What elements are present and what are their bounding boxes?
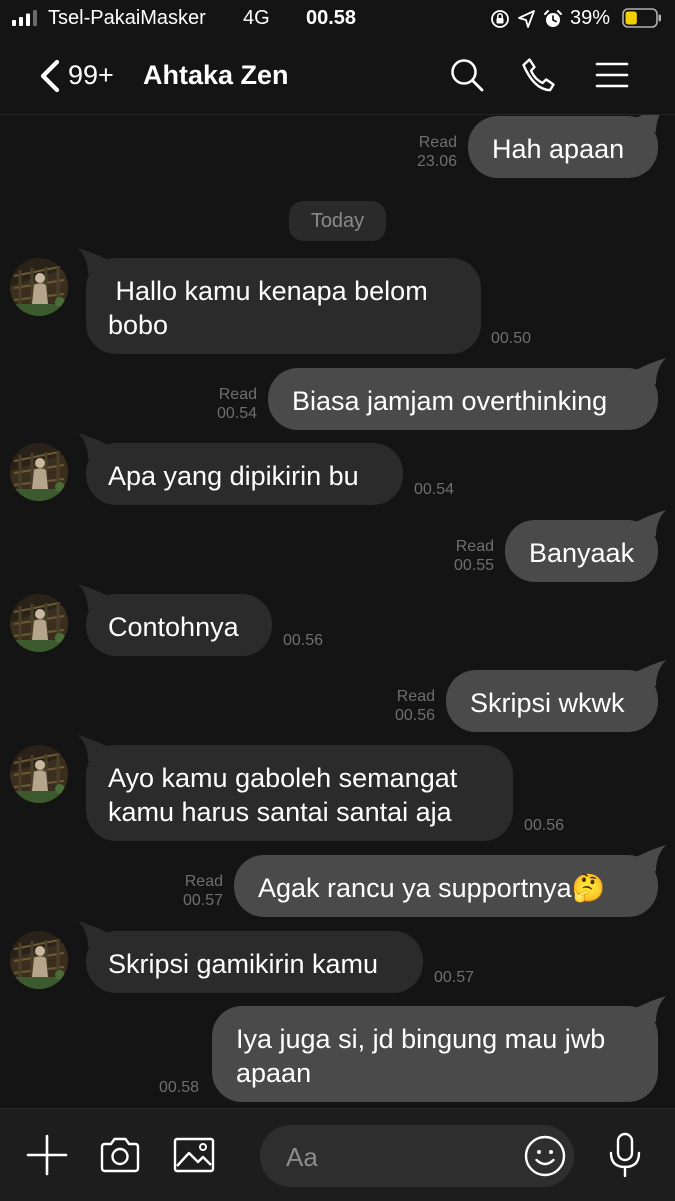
message-time: 00.57 [182,892,223,909]
unread-count[interactable]: 99+ [68,60,114,91]
camera-icon[interactable] [98,1133,142,1177]
message-text: Skripsi wkwk [470,688,625,718]
message-meta: 00.56 [524,816,564,835]
message-text: Skripsi gamikirin kamu [108,949,379,979]
message-input-field[interactable] [260,1125,574,1187]
chevron-left-icon[interactable] [36,58,64,94]
outgoing-message[interactable]: Biasa jamjam overthinking [268,358,666,430]
message-time: 23.06 [416,153,457,170]
bubble-tail [636,358,666,384]
bubble-tail [78,735,108,761]
status-bar: Tsel-PakaiMasker 4G 00.58 39% [0,0,675,38]
bubble-tail [78,433,108,459]
message-meta: 00.50 [491,329,531,348]
status-icons [491,10,562,28]
message-text: Ayo kamu gaboleh semangat kamu harus san… [108,763,458,827]
bubble-tail [636,845,666,871]
message-text: Hallo kamu kenapa belom bobo [108,276,428,340]
outgoing-message[interactable]: Banyaak [505,510,666,582]
bubble-tail [78,584,108,610]
message-text: Apa yang dipikirin bu [108,461,359,491]
incoming-message[interactable]: Apa yang dipikirin bu [78,433,403,505]
message-text: Biasa jamjam overthinking [292,386,608,416]
incoming-message[interactable]: Ayo kamu gaboleh semangat kamu harus san… [78,735,513,841]
day-separator: Today [289,201,386,241]
message-text: Banyaak [529,538,635,568]
message-time: 00.55 [453,557,494,574]
signal-icon [12,10,37,26]
message-meta: Read 00.54 [217,385,257,423]
message-text: Agak rancu ya supportnya🤔 [258,873,606,903]
message-time: 00.58 [158,1079,199,1096]
incoming-message[interactable]: Contohnya [78,584,272,656]
contact-avatar[interactable] [10,443,68,501]
battery-percent: 39% [570,7,611,29]
message-time: 00.56 [524,817,565,834]
bubble-tail [78,248,108,274]
contact-avatar[interactable] [10,258,68,316]
message-text: Hah apaan [492,134,625,164]
orientation-lock-icon [491,10,509,28]
chat-header: 99+ Ahtaka Zen [0,40,675,115]
bubble-tail [636,660,666,686]
message-meta: 00.54 [414,480,454,499]
message-time: 00.57 [434,969,475,986]
contact-avatar[interactable] [10,594,68,652]
message-text: Iya juga si, jd bingung mau jwb apaan [236,1024,606,1088]
alarm-icon [544,10,562,27]
network-type: 4G [243,7,270,29]
message-meta: 00.57 [434,968,474,987]
outgoing-message[interactable]: Agak rancu ya supportnya🤔 [234,845,666,917]
emoji-icon[interactable] [522,1133,568,1179]
message-meta: Read 00.55 [454,537,494,575]
message-meta: 00.56 [283,631,323,650]
image-icon[interactable] [172,1133,216,1177]
bubble-tail [636,996,666,1022]
menu-icon[interactable] [593,56,631,94]
message-input-bar [0,1108,675,1201]
incoming-message[interactable]: Hallo kamu kenapa belom bobo [78,248,481,354]
message-meta: Read 23.06 [417,133,457,171]
outgoing-message[interactable]: Hah apaan [468,115,660,178]
status-time: 00.58 [306,7,357,29]
incoming-message[interactable]: Skripsi gamikirin kamu [78,921,423,993]
chat-messages[interactable]: Today Hah apaan Read 23.06 Hallo kamu kena… [0,115,675,1108]
message-text: Contohnya [108,612,239,642]
plus-icon[interactable] [25,1133,69,1177]
message-input[interactable] [284,1137,518,1177]
contact-avatar[interactable] [10,931,68,989]
search-icon[interactable] [448,56,486,94]
location-icon [518,10,535,28]
outgoing-message[interactable]: Iya juga si, jd bingung mau jwb apaan [212,996,666,1102]
chat-title[interactable]: Ahtaka Zen [143,60,289,91]
read-receipt: Read [184,873,223,890]
phone-icon[interactable] [519,56,557,94]
contact-avatar[interactable] [10,745,68,803]
message-meta: 00.58 [159,1078,199,1097]
message-meta: Read 00.57 [183,872,223,910]
message-meta: Read 00.56 [395,687,435,725]
message-time: 00.54 [216,405,257,422]
microphone-icon[interactable] [603,1131,647,1179]
message-time: 00.54 [414,481,455,498]
read-receipt: Read [396,688,435,705]
read-receipt: Read [418,134,457,151]
message-time: 00.56 [283,632,324,649]
message-time: 00.56 [394,707,435,724]
read-receipt: Read [455,538,494,555]
read-receipt: Read [218,386,257,403]
carrier-name: Tsel-PakaiMasker [48,7,206,29]
battery-icon [622,8,661,28]
bubble-tail [636,115,660,132]
message-time: 00.50 [491,330,532,347]
outgoing-message[interactable]: Skripsi wkwk [446,660,666,732]
bubble-tail [78,921,108,947]
bubble-tail [636,510,666,536]
